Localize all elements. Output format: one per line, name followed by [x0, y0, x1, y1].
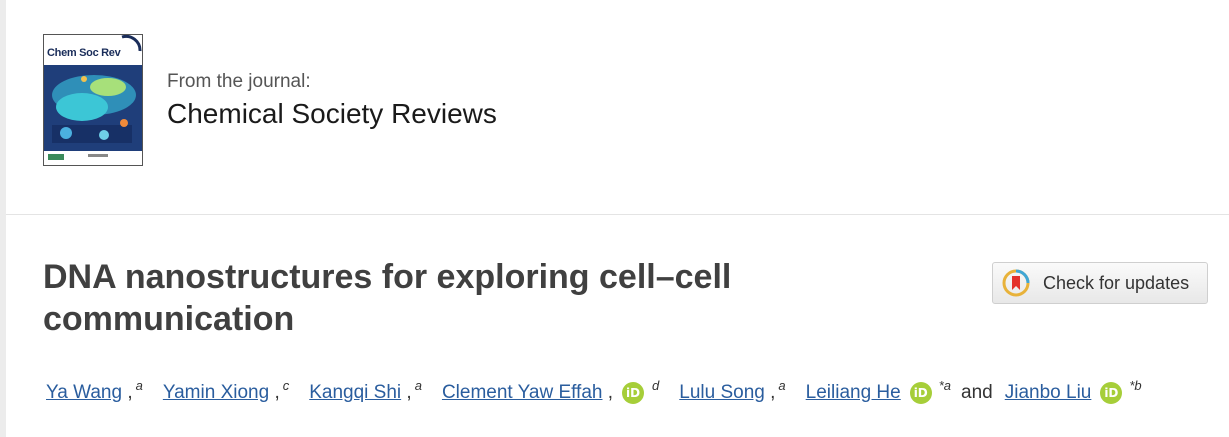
orcid-icon[interactable]: iD — [1100, 382, 1123, 404]
affiliation-marker: a — [778, 378, 786, 393]
journal-info: From the journal: Chemical Society Revie… — [167, 70, 497, 132]
journal-cover-image[interactable]: Chem Soc Rev — [43, 34, 143, 166]
article-title: DNA nanostructures for exploring cell–ce… — [43, 258, 732, 338]
comma: , — [764, 382, 776, 403]
from-journal-label: From the journal: — [167, 71, 311, 92]
and-conjunction: and — [961, 382, 993, 403]
comma: , — [269, 382, 280, 403]
author-link[interactable]: Jianbo Liu — [1005, 379, 1092, 407]
orcid-icon[interactable]: iD — [909, 382, 932, 404]
affiliation-marker: d — [652, 378, 660, 393]
comma: , — [122, 382, 133, 403]
affiliation-marker: a — [414, 378, 422, 393]
affiliation-marker: *a — [938, 378, 952, 393]
author-link[interactable]: Kangqi Shi — [309, 379, 401, 407]
crossmark-icon — [1002, 269, 1030, 297]
check-for-updates-button[interactable]: Check for updates — [992, 262, 1208, 304]
author-link[interactable]: Ya Wang — [46, 379, 122, 407]
cover-title: Chem Soc Rev — [47, 47, 121, 59]
author-list: Ya Wang , a Yamin Xiong , c Kangqi Shi ,… — [46, 378, 1216, 407]
author-link[interactable]: Leiliang He — [806, 379, 901, 407]
author-link[interactable]: Lulu Song — [679, 379, 765, 407]
journal-name-link[interactable]: Chemical Society Reviews — [167, 96, 497, 132]
affiliation-marker: a — [135, 378, 143, 393]
orcid-icon[interactable]: iD — [622, 382, 645, 404]
author-link[interactable]: Yamin Xiong — [163, 379, 269, 407]
affiliation-marker: *b — [1129, 378, 1142, 393]
comma: , — [602, 382, 614, 403]
affiliation-marker: c — [282, 378, 290, 393]
check-for-updates-label: Check for updates — [1043, 272, 1190, 293]
journal-header: Chem Soc Rev From the journal: Chemical … — [6, 0, 1229, 215]
comma: , — [401, 382, 412, 403]
author-link[interactable]: Clement Yaw Effah — [442, 379, 603, 407]
